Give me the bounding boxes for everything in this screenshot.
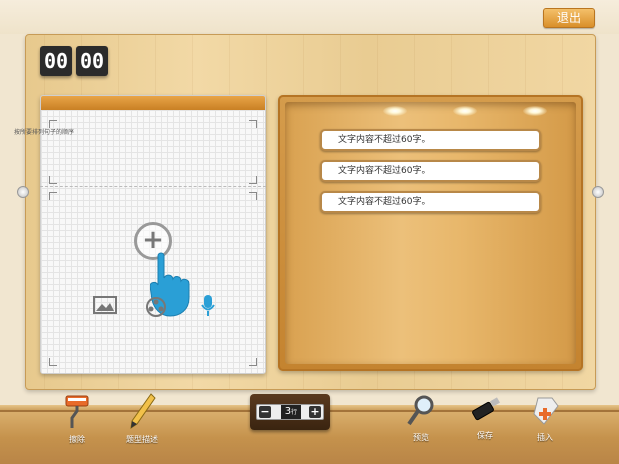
- sentence-item[interactable]: 文字内容不超过60字。: [320, 129, 541, 151]
- row-count: 3行: [281, 405, 301, 419]
- timer: 00 00: [40, 46, 108, 76]
- save-tool[interactable]: 保存: [468, 396, 502, 441]
- divider: [40, 186, 266, 187]
- erase-tool[interactable]: 擦除: [60, 394, 94, 445]
- save-label: 保存: [477, 431, 493, 440]
- question-panel-header: [41, 96, 265, 110]
- corner-mark: [249, 358, 257, 366]
- sentence-item[interactable]: 文字内容不超过60字。: [320, 191, 541, 213]
- left-peg-icon: [17, 186, 29, 198]
- corner-mark: [49, 192, 57, 200]
- timer-minutes: 00: [40, 46, 72, 76]
- exit-button[interactable]: 退出: [543, 8, 595, 28]
- right-peg-icon: [592, 186, 604, 198]
- microphone-icon[interactable]: [200, 294, 216, 318]
- preview-label: 预览: [413, 433, 429, 442]
- increase-rows-button[interactable]: +: [309, 406, 321, 418]
- row-stepper: − 3行 +: [250, 394, 330, 430]
- corner-mark: [49, 358, 57, 366]
- insert-plus-icon: [533, 397, 559, 425]
- image-icon[interactable]: [93, 296, 117, 314]
- video-icon[interactable]: [145, 296, 167, 318]
- top-bar: [0, 0, 619, 34]
- describe-tool[interactable]: 题型描述: [118, 392, 166, 445]
- magnifier-icon: [407, 395, 434, 426]
- spotlight: [523, 106, 547, 116]
- usb-drive-icon: [472, 397, 500, 421]
- preview-tool[interactable]: 预览: [404, 394, 438, 443]
- insert-label: 插入: [537, 433, 553, 442]
- describe-label: 题型描述: [126, 435, 158, 444]
- corner-mark: [249, 120, 257, 128]
- instruction-text: 按所要排列句子的顺序: [14, 129, 75, 136]
- erase-label: 擦除: [69, 435, 85, 444]
- corner-mark: [49, 176, 57, 184]
- sentence-item[interactable]: 文字内容不超过60字。: [320, 160, 541, 182]
- corner-mark: [249, 192, 257, 200]
- corner-mark: [49, 120, 57, 128]
- roller-brush-icon: [65, 395, 89, 428]
- decrease-rows-button[interactable]: −: [259, 406, 271, 418]
- timer-seconds: 00: [76, 46, 108, 76]
- corner-mark: [249, 176, 257, 184]
- pencil-icon: [130, 393, 156, 430]
- spotlight: [453, 106, 477, 116]
- spotlight: [383, 106, 407, 116]
- insert-tool[interactable]: 插入: [528, 394, 562, 443]
